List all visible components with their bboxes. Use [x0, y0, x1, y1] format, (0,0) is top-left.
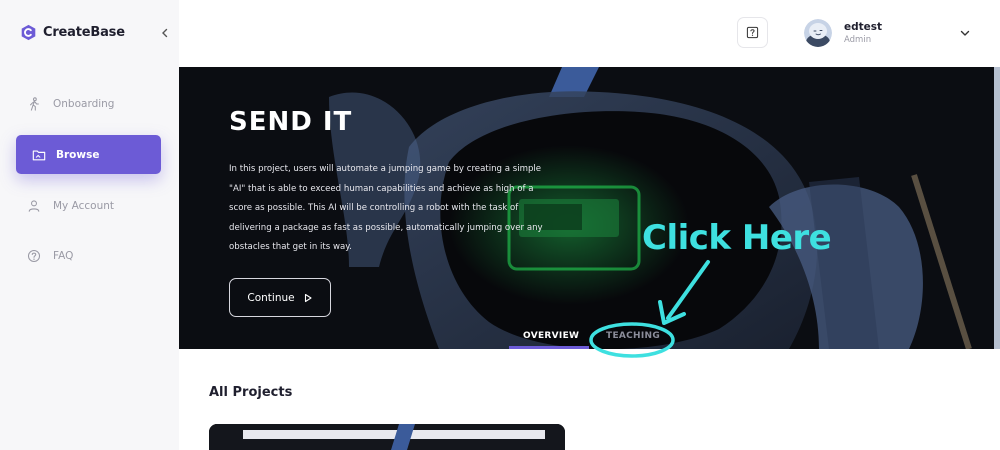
avatar[interactable] — [804, 19, 832, 47]
sidebar-item-browse[interactable]: Browse — [16, 135, 161, 174]
avatar-image-icon — [804, 19, 832, 47]
sidebar: CreateBase Onboarding Browse My Account … — [0, 0, 179, 450]
folder-icon — [32, 149, 46, 160]
chevron-down-icon[interactable] — [958, 26, 972, 40]
sidebar-item-label: Browse — [56, 148, 100, 161]
user-icon — [28, 199, 40, 212]
help-circle-icon — [27, 249, 41, 262]
sidebar-item-onboarding[interactable]: Onboarding — [16, 84, 161, 123]
tab-overview[interactable]: OVERVIEW — [523, 331, 579, 341]
user-name: edtest — [844, 21, 883, 33]
walking-person-icon — [29, 96, 39, 111]
tab-teaching[interactable]: TEACHING — [606, 331, 660, 341]
project-card[interactable] — [209, 424, 565, 450]
sidebar-item-my-account[interactable]: My Account — [16, 186, 161, 225]
brand[interactable]: CreateBase — [20, 24, 125, 41]
all-projects-heading: All Projects — [209, 385, 293, 400]
active-tab-indicator — [509, 346, 589, 349]
app-root: CreateBase Onboarding Browse My Account … — [0, 0, 1000, 450]
continue-button[interactable]: Continue — [229, 278, 331, 317]
sidebar-item-label: My Account — [53, 199, 115, 212]
question-box-icon — [746, 26, 759, 39]
help-button[interactable] — [737, 17, 768, 48]
click-here-annotation: Click Here — [642, 218, 832, 258]
project-title: SEND IT — [229, 107, 353, 137]
sidebar-item-label: Onboarding — [53, 97, 115, 110]
project-thumbnail-image — [209, 424, 565, 450]
play-icon — [304, 293, 312, 302]
continue-button-label: Continue — [247, 291, 295, 304]
sidebar-item-faq[interactable]: FAQ — [16, 236, 161, 275]
project-description: In this project, users will automate a j… — [229, 164, 543, 252]
top-bar: edtest Admin — [179, 0, 1000, 67]
chevron-left-icon — [162, 28, 168, 38]
sidebar-item-label: FAQ — [53, 249, 74, 262]
createbase-logo-icon — [21, 24, 36, 41]
user-role: Admin — [844, 35, 872, 45]
brand-name: CreateBase — [43, 25, 125, 40]
project-hero: SEND IT In this project, users will auto… — [179, 67, 1000, 349]
collapse-sidebar-button[interactable] — [157, 25, 173, 41]
